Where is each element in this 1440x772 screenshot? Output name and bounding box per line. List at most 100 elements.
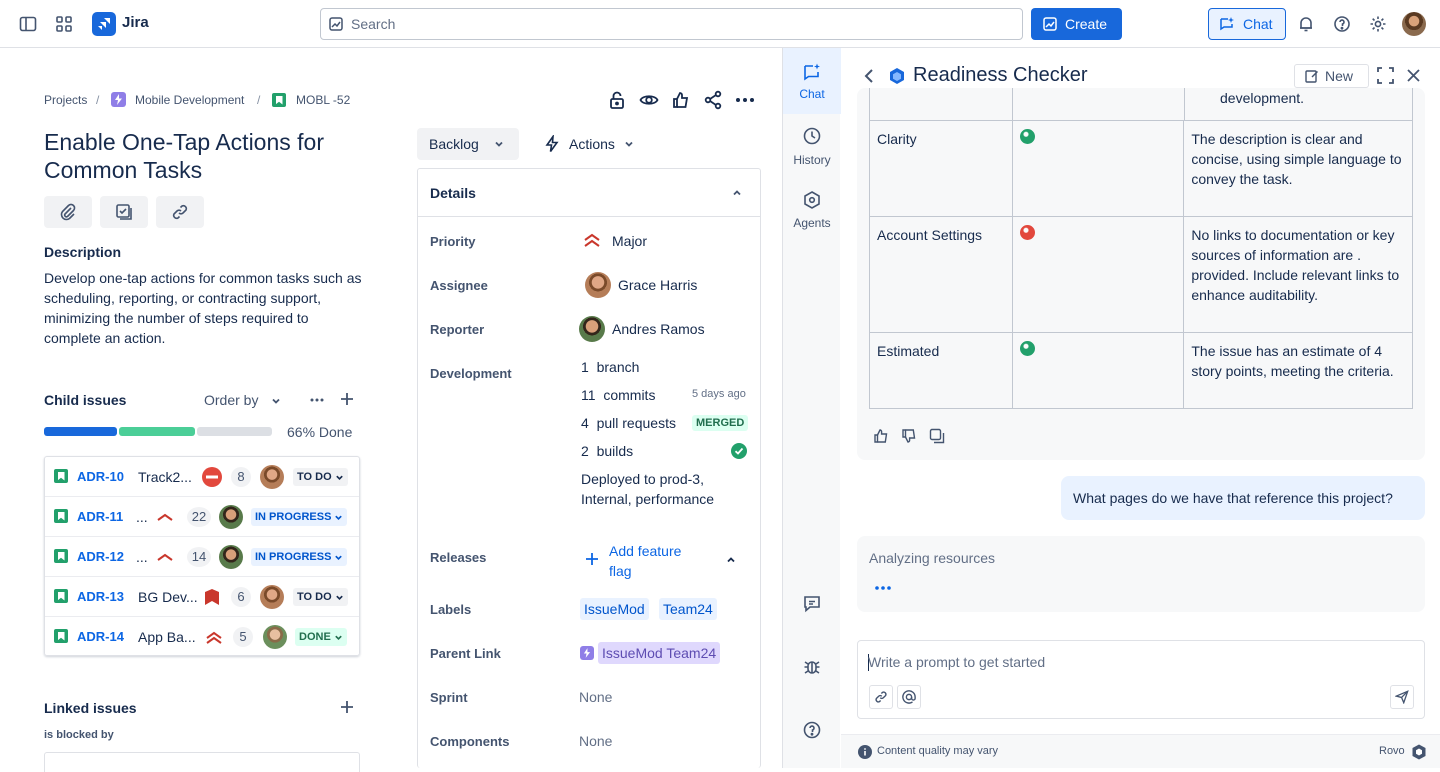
add-feature-flag-link[interactable]: Add feature flag — [609, 541, 699, 581]
child-issue-summary[interactable]: App Ba... — [138, 629, 196, 645]
development-pull-requests[interactable]: 4 pull requests — [581, 415, 676, 431]
chevron-up-icon — [733, 190, 741, 196]
reporter-value[interactable]: Andres Ramos — [612, 321, 705, 337]
back-arrow-icon[interactable] — [862, 68, 876, 84]
status-dot — [1019, 225, 1035, 240]
status-dropdown[interactable]: TO DO — [293, 468, 348, 486]
rail-chat-tab[interactable]: Chat — [783, 48, 841, 114]
child-issue-row[interactable]: ADR-11 ... 22 IN PROGRESS — [45, 497, 359, 537]
breadcrumb-issue-key[interactable]: MOBL -52 — [296, 93, 350, 107]
progress-done-segment — [44, 427, 117, 436]
lock-icon[interactable] — [607, 90, 627, 110]
assignee-avatar[interactable] — [585, 272, 611, 298]
new-chat-button[interactable]: New — [1294, 64, 1369, 88]
priority-blocker-icon — [201, 466, 223, 488]
add-child-plus-icon[interactable] — [339, 391, 355, 407]
app-switcher-icon[interactable] — [52, 12, 76, 36]
sprint-value[interactable]: None — [579, 689, 612, 705]
child-issue-summary[interactable]: ... — [136, 509, 148, 525]
child-issue-key[interactable]: ADR-14 — [77, 629, 124, 644]
deployment-info[interactable]: Deployed to prod-3, Internal, performanc… — [581, 469, 721, 509]
link-issue-button[interactable] — [156, 196, 204, 228]
app-name[interactable]: Jira — [122, 14, 149, 31]
feedback-icon[interactable] — [783, 595, 841, 613]
chat-button[interactable]: Chat — [1208, 8, 1286, 40]
sidebar-toggle-icon[interactable] — [16, 12, 40, 36]
label-pill[interactable]: Team24 — [659, 598, 717, 620]
share-icon[interactable] — [703, 90, 723, 110]
status-transition-button[interactable]: Backlog — [417, 128, 519, 160]
child-issue-summary[interactable]: ... — [136, 549, 148, 565]
assignee-avatar[interactable] — [260, 465, 284, 489]
priority-major-icon — [156, 550, 174, 564]
breadcrumb-projects[interactable]: Projects — [44, 93, 87, 107]
assignee-avatar[interactable] — [219, 505, 243, 529]
more-icon[interactable] — [308, 392, 326, 408]
mention-button[interactable] — [897, 685, 921, 709]
parent-link-pill[interactable]: IssueMod Team24 — [598, 642, 721, 664]
child-issue-key[interactable]: ADR-13 — [77, 589, 124, 604]
add-child-button[interactable] — [100, 196, 148, 228]
close-icon[interactable] — [1406, 68, 1421, 83]
components-value[interactable]: None — [579, 733, 612, 749]
status-dropdown[interactable]: IN PROGRESS — [251, 548, 348, 566]
jira-logo-icon[interactable] — [92, 12, 116, 36]
priority-value[interactable]: Major — [612, 233, 647, 249]
breadcrumb-project[interactable]: Mobile Development — [135, 93, 244, 107]
attach-button[interactable] — [44, 196, 92, 228]
linked-issue-row[interactable] — [44, 752, 360, 772]
user-avatar[interactable] — [1402, 12, 1426, 36]
rovo-brand: Rovo — [1379, 745, 1405, 757]
child-issue-key[interactable]: ADR-12 — [77, 549, 124, 564]
child-issue-summary[interactable]: BG Dev... — [138, 589, 198, 605]
child-issue-row[interactable]: ADR-14 App Ba... 5 DONE — [45, 617, 359, 657]
child-issue-key[interactable]: ADR-11 — [77, 509, 123, 524]
status-dot — [1019, 341, 1035, 356]
issue-title[interactable]: Enable One-Tap Actions for Common Tasks — [44, 128, 374, 184]
label-pill[interactable]: IssueMod — [580, 598, 649, 620]
development-branch[interactable]: 1 branch — [581, 359, 639, 375]
development-builds[interactable]: 2 builds — [581, 443, 633, 459]
create-button[interactable]: Create — [1031, 8, 1122, 40]
copy-icon[interactable] — [929, 428, 945, 444]
rail-agents-tab[interactable]: Agents — [783, 190, 841, 230]
assignee-avatar[interactable] — [219, 545, 243, 569]
chat-sparkle-icon — [1220, 17, 1234, 31]
order-by-dropdown[interactable]: Order by — [204, 392, 282, 408]
child-issue-row[interactable]: ADR-13 BG Dev... 6 TO DO — [45, 577, 359, 617]
expand-fullscreen-icon[interactable] — [1377, 67, 1394, 84]
chevron-up-icon[interactable] — [725, 554, 737, 566]
attach-link-button[interactable] — [869, 685, 893, 709]
actions-button[interactable]: Actions — [539, 128, 635, 160]
reporter-avatar[interactable] — [579, 316, 605, 342]
assignee-value[interactable]: Grace Harris — [618, 277, 697, 293]
at-mention-icon — [902, 690, 916, 704]
like-thumbs-up-icon[interactable] — [671, 90, 691, 110]
details-header[interactable]: Details — [418, 169, 760, 217]
status-dropdown[interactable]: IN PROGRESS — [251, 508, 348, 526]
thumbs-down-icon[interactable] — [901, 428, 917, 444]
status-dropdown[interactable]: TO DO — [293, 588, 348, 606]
child-issue-key[interactable]: ADR-10 — [77, 469, 124, 484]
prompt-input[interactable]: Write a prompt to get started — [857, 640, 1425, 719]
thumbs-up-icon[interactable] — [873, 428, 889, 444]
notifications-icon[interactable] — [1294, 12, 1318, 36]
rail-history-tab[interactable]: History — [783, 126, 841, 167]
child-issue-row[interactable]: ADR-10 Track2... 8 TO DO — [45, 457, 359, 497]
more-actions-icon[interactable] — [735, 90, 755, 110]
assignee-avatar[interactable] — [263, 625, 287, 649]
search-input[interactable]: Search — [320, 8, 1023, 40]
watch-eye-icon[interactable] — [639, 90, 659, 110]
add-linked-plus-icon[interactable] — [339, 699, 355, 715]
settings-gear-icon[interactable] — [1366, 12, 1390, 36]
child-issue-row[interactable]: ADR-12 ... 14 IN PROGRESS — [45, 537, 359, 577]
development-commits[interactable]: 11 commits — [581, 387, 655, 403]
child-issue-summary[interactable]: Track2... — [138, 469, 192, 485]
status-dropdown[interactable]: DONE — [295, 628, 347, 646]
help-icon[interactable] — [1330, 12, 1354, 36]
assignee-avatar[interactable] — [260, 585, 284, 609]
description-text[interactable]: Develop one-tap actions for common tasks… — [44, 268, 364, 348]
bug-icon[interactable] — [783, 658, 841, 676]
send-button[interactable] — [1390, 685, 1414, 709]
help-icon[interactable] — [783, 721, 841, 739]
